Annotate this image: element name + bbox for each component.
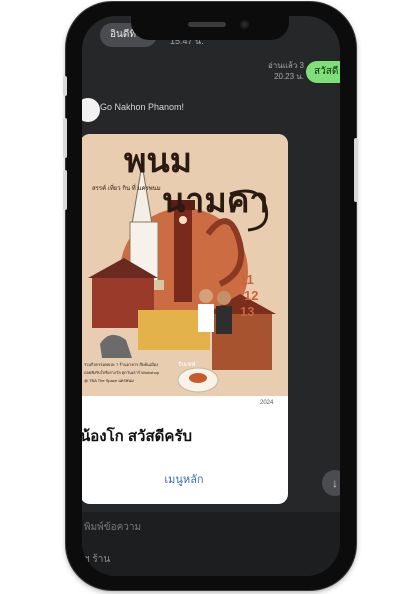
message-input[interactable]: พิมพ์ข้อความ — [84, 520, 141, 535]
poster-tag: รับเชฟ — [178, 361, 195, 368]
read-receipt: อ่านแล้ว 3 — [268, 61, 304, 70]
input-extra-label: ฯ ร้าน — [84, 554, 111, 565]
chat-screen: อินดีที่ได้ 15:47 น. อ่านแล้ว 3 20.23 น.… — [82, 16, 340, 576]
chevron-down-icon: ↓ — [332, 476, 338, 490]
chef-head-2 — [217, 291, 231, 305]
event-poster-image[interactable]: พนม นามคา สรรค์ เที่ยว กิน ที่ นครพนม 11… — [82, 134, 288, 406]
front-camera — [240, 20, 249, 29]
card-title: น้องโก สวัสดีครับ — [82, 428, 192, 445]
phone-volume-down — [63, 170, 67, 210]
sent-message-status: อ่านแล้ว 3 20.23 น. — [264, 60, 304, 82]
poster-subtitle: สรรค์ เที่ยว กิน ที่ นครพนม — [92, 184, 161, 192]
chef-head-1 — [199, 289, 213, 303]
poster-footer-line3: @ TBA The Space นครพนม — [84, 378, 134, 383]
poster-title-line1: พนม — [124, 143, 192, 180]
poster-logo-strip — [82, 396, 288, 406]
poster-date-1: 11 — [240, 272, 254, 287]
speaker-grill — [188, 22, 226, 27]
rich-message-card[interactable]: พนม นามคา สรรค์ เที่ยว กิน ที่ นครพนม 11… — [82, 134, 288, 504]
message-input-bar: พิมพ์ข้อความ ฯ ร้าน — [82, 512, 340, 576]
main-menu-link[interactable]: เมนูหลัก — [82, 470, 288, 488]
phone-volume-up — [63, 118, 67, 158]
scroll-to-bottom-button[interactable]: ↓ — [322, 470, 340, 496]
sent-message-bubble[interactable]: สวัสดี — [306, 61, 340, 83]
phone-side-button — [63, 76, 67, 96]
chef-body-1 — [198, 304, 214, 332]
sender-name: Go Nakhon Phanom! — [100, 102, 185, 112]
sender-avatar[interactable] — [82, 98, 100, 122]
poster-date-2: 12 — [244, 288, 258, 303]
poster-date-3: 13 — [240, 304, 254, 319]
poster-footer-line1: ร่วมกิจกรรมพบปะ 7 ร้านอาหาร สืบค้นเมือง — [84, 362, 158, 367]
food-dish — [189, 373, 207, 383]
poster-footer-mark: 2024 — [260, 400, 274, 406]
sent-time: 20.23 น. — [274, 72, 304, 81]
poster-title-line2: นามคา — [162, 183, 269, 220]
chef-body-2 — [216, 306, 232, 334]
phone-power-button — [354, 138, 358, 202]
